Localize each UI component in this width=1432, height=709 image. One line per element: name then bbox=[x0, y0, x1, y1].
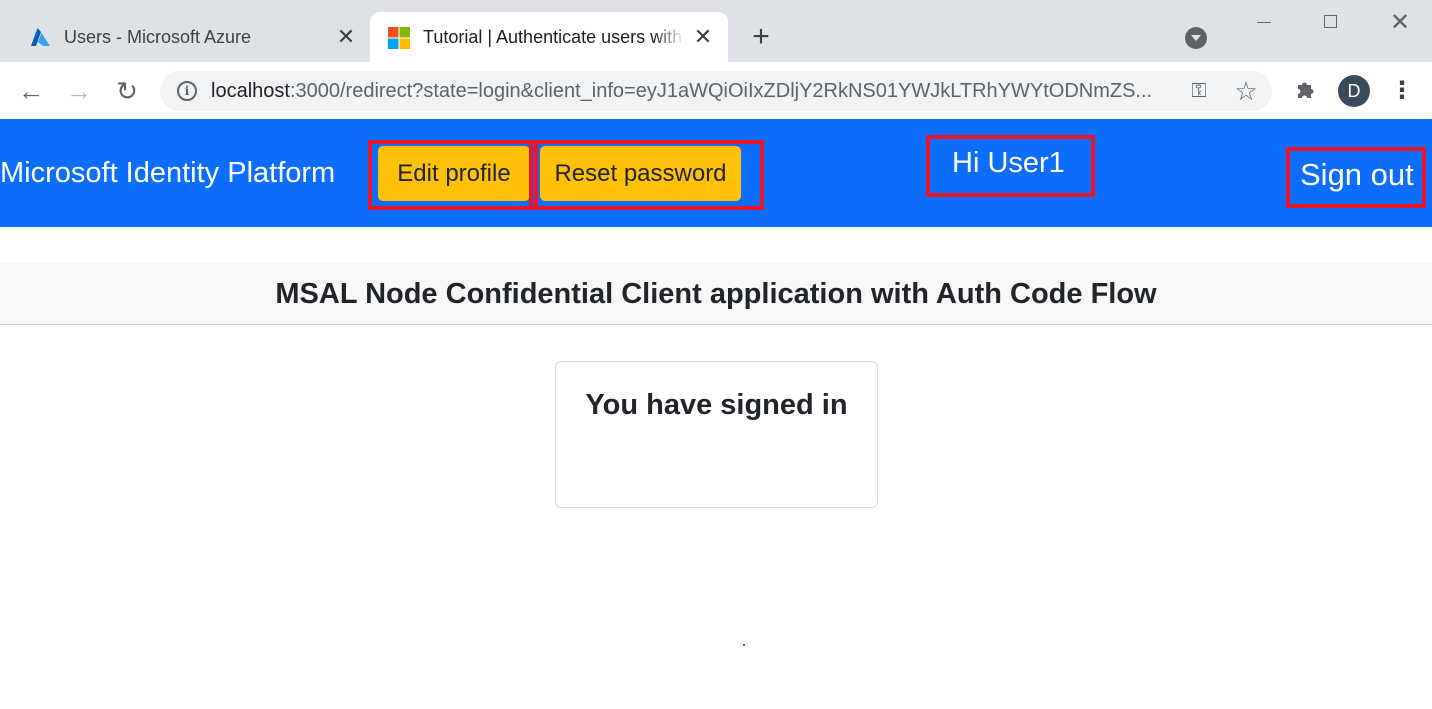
back-arrow-icon[interactable]: ← bbox=[16, 76, 46, 106]
stray-red-dot bbox=[743, 644, 745, 646]
brand-title[interactable]: Microsoft Identity Platform bbox=[0, 157, 335, 190]
site-info-icon[interactable]: i bbox=[177, 81, 197, 101]
address-bar[interactable]: i localhost:3000/redirect?state=login&cl… bbox=[160, 71, 1272, 111]
azure-logo-icon bbox=[28, 26, 52, 50]
browser-toolbar: ← → ↻ i localhost:3000/redirect?state=lo… bbox=[0, 62, 1432, 119]
bookmark-star-icon[interactable]: ☆ bbox=[1233, 78, 1259, 104]
address-host: localhost bbox=[211, 80, 290, 102]
minimize-window-icon[interactable] bbox=[1249, 10, 1279, 36]
page-title: MSAL Node Confidential Client applicatio… bbox=[0, 278, 1432, 311]
forward-arrow-icon[interactable]: → bbox=[64, 76, 94, 106]
address-url[interactable]: localhost:3000/redirect?state=login&clie… bbox=[211, 80, 1171, 103]
card-title: You have signed in bbox=[556, 389, 877, 422]
highlight-box-divider bbox=[529, 140, 538, 210]
tab-users-azure[interactable]: Users - Microsoft Azure ✕ bbox=[0, 12, 370, 62]
highlight-box-buttons bbox=[368, 140, 764, 210]
tab-strip: Users - Microsoft Azure ✕ Tutorial | Aut… bbox=[0, 0, 1432, 62]
microsoft-logo-icon bbox=[387, 26, 411, 50]
tab-title: Tutorial | Authenticate users with bbox=[423, 27, 685, 48]
reload-icon[interactable]: ↻ bbox=[112, 76, 142, 106]
address-path: :3000/redirect?state=login&client_info=e… bbox=[290, 80, 1152, 102]
key-icon[interactable]: ⚿ bbox=[1186, 79, 1212, 103]
app-navbar: Microsoft Identity Platform Edit profile… bbox=[0, 119, 1432, 227]
close-tab-icon[interactable]: ✕ bbox=[692, 26, 714, 48]
new-tab-plus-icon[interactable]: + bbox=[747, 24, 775, 52]
tab-search-chevron-icon[interactable] bbox=[1185, 27, 1207, 49]
more-menu-icon[interactable]: ⋮ bbox=[1390, 77, 1414, 105]
extensions-puzzle-icon[interactable] bbox=[1292, 77, 1320, 105]
close-window-icon[interactable]: ✕ bbox=[1385, 10, 1415, 36]
signed-in-card: You have signed in bbox=[555, 361, 878, 508]
maximize-window-icon[interactable] bbox=[1316, 10, 1346, 36]
tab-tutorial[interactable]: Tutorial | Authenticate users with ✕ bbox=[370, 12, 728, 62]
close-tab-icon[interactable]: ✕ bbox=[335, 26, 357, 48]
highlight-box-greeting bbox=[926, 135, 1095, 197]
profile-avatar[interactable]: D bbox=[1338, 75, 1370, 107]
page-header: MSAL Node Confidential Client applicatio… bbox=[0, 263, 1432, 325]
highlight-box-signout bbox=[1286, 147, 1426, 208]
puzzle-shape bbox=[1294, 77, 1318, 101]
tab-title: Users - Microsoft Azure bbox=[64, 27, 314, 48]
